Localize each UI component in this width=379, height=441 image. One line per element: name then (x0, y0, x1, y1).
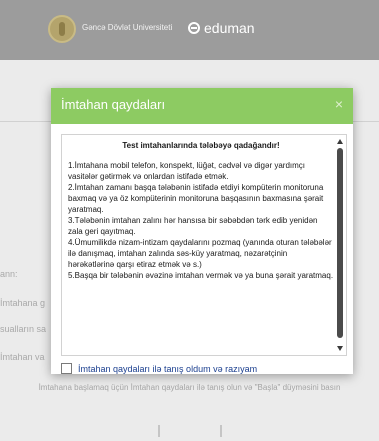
rules-scrollbar[interactable] (336, 136, 345, 354)
eduman-brand-text: eduman (204, 20, 255, 36)
rule-item: 3.Tələbənin imtahan zalını hər hansısa b… (68, 216, 318, 236)
rule-item: 5.Başqa bir tələbənin əvəzinə imtahan ve… (68, 271, 334, 280)
close-icon[interactable]: × (335, 96, 343, 112)
rules-content: Test imtahanlarında tələbəyə qadağandır!… (68, 140, 334, 281)
agree-label[interactable]: İmtahan qaydaları ilə tanış oldum və raz… (78, 364, 257, 374)
eduman-logo-icon (188, 22, 200, 34)
university-logo-icon (48, 15, 76, 43)
modal-header: İmtahan qaydaları × (51, 88, 353, 124)
exam-rules-modal: İmtahan qaydaları × Test imtahanlarında … (51, 88, 353, 374)
rule-item: 1.İmtahana mobil telefon, konspekt, lüğə… (68, 161, 306, 181)
agree-row[interactable]: İmtahan qaydaları ilə tanış oldum və raz… (61, 362, 257, 375)
page-header: Gəncə Dövlət Universiteti eduman (0, 0, 379, 60)
agree-checkbox[interactable] (61, 363, 72, 374)
modal-title: İmtahan qaydaları (61, 97, 166, 112)
scroll-down-icon[interactable] (337, 346, 343, 351)
rule-item: 4.Ümumilikdə nizam-intizam qaydalarını p… (68, 238, 332, 269)
university-name: Gəncə Dövlət Universiteti (82, 23, 173, 32)
rule-item: 2.İmtahan zamanı başqa tələbənin istifad… (68, 183, 324, 214)
eduman-brand: eduman (188, 18, 255, 38)
scroll-up-icon[interactable] (337, 139, 343, 144)
rules-scroll-box[interactable]: Test imtahanlarında tələbəyə qadağandır!… (61, 134, 347, 356)
scroll-thumb[interactable] (337, 148, 343, 338)
rules-heading: Test imtahanlarında tələbəyə qadağandır! (122, 141, 280, 150)
